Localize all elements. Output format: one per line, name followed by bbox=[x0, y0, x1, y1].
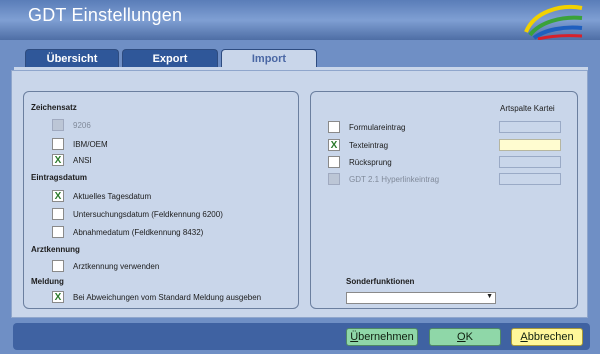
label-gdt-hyperlinkeintrag: GDT 2.1 Hyperlinkeintrag bbox=[349, 174, 440, 184]
artspalte-field-texteintrag[interactable] bbox=[499, 139, 561, 151]
checkbox-untersuchungsdatum[interactable] bbox=[52, 208, 64, 220]
option-9206: 9206 bbox=[52, 119, 91, 131]
tab-import[interactable]: Import bbox=[221, 49, 317, 67]
title-bar: GDT Einstellungen bbox=[0, 0, 600, 40]
checkbox-gdt-hyperlinkeintrag bbox=[328, 173, 340, 185]
label-arztkennung-verwenden: Arztkennung verwenden bbox=[73, 261, 160, 271]
checkbox-meldung-ausgeben[interactable]: X bbox=[52, 291, 64, 303]
entry-ruecksprung[interactable]: Rücksprung bbox=[328, 156, 392, 168]
section-title-meldung: Meldung bbox=[31, 277, 64, 286]
label-abnahmedatum: Abnahmedatum (Feldkennung 8432) bbox=[73, 227, 204, 237]
uebernehmen-mnemonic: Ü bbox=[350, 331, 359, 343]
option-meldung-ausgeben[interactable]: X Bei Abweichungen vom Standard Meldung … bbox=[52, 291, 261, 303]
option-ansi[interactable]: X ANSI bbox=[52, 154, 92, 166]
option-aktuelles-tagesdatum[interactable]: X Aktuelles Tagesdatum bbox=[52, 190, 151, 202]
chevron-down-icon: ▼ bbox=[486, 293, 493, 300]
option-untersuchungsdatum[interactable]: Untersuchungsdatum (Feldkennung 6200) bbox=[52, 208, 223, 220]
artspalte-field-formulareintrag[interactable] bbox=[499, 121, 561, 133]
checkbox-aktuelles-tagesdatum[interactable]: X bbox=[52, 190, 64, 202]
label-texteintrag: Texteintrag bbox=[349, 140, 389, 150]
tab-area: Übersicht Export Import Zeichensatz 9206… bbox=[0, 40, 600, 354]
checkbox-formulareintrag[interactable] bbox=[328, 121, 340, 133]
label-meldung-ausgeben: Bei Abweichungen vom Standard Meldung au… bbox=[73, 292, 262, 302]
section-title-sonderfunktionen: Sonderfunktionen bbox=[346, 277, 415, 286]
artspalte-field-gdt-hyperlinkeintrag bbox=[499, 173, 561, 185]
button-strip: Übernehmen OK Abbrechen bbox=[13, 323, 590, 350]
left-group-box: Zeichensatz 9206 IBM/OEM X ANSI Eintrags… bbox=[23, 91, 299, 309]
checkbox-abnahmedatum[interactable] bbox=[52, 226, 64, 238]
checkbox-ansi[interactable]: X bbox=[52, 154, 64, 166]
tab-uebersicht[interactable]: Übersicht bbox=[25, 49, 119, 67]
label-formulareintrag: Formulareintrag bbox=[349, 122, 406, 132]
checkbox-texteintrag[interactable]: X bbox=[328, 139, 340, 151]
option-abnahmedatum[interactable]: Abnahmedatum (Feldkennung 8432) bbox=[52, 226, 203, 238]
checkbox-ruecksprung[interactable] bbox=[328, 156, 340, 168]
uebernehmen-label: bernehmen bbox=[358, 331, 414, 343]
entry-texteintrag[interactable]: X Texteintrag bbox=[328, 139, 388, 151]
abbrechen-button[interactable]: Abbrechen bbox=[511, 328, 583, 346]
label-9206: 9206 bbox=[73, 120, 91, 130]
checkbox-ibm-oem[interactable] bbox=[52, 138, 64, 150]
abbrechen-label: bbrechen bbox=[527, 331, 574, 343]
artspalte-field-ruecksprung[interactable] bbox=[499, 156, 561, 168]
label-untersuchungsdatum: Untersuchungsdatum (Feldkennung 6200) bbox=[73, 209, 223, 219]
column-header-artspalte-kartei: Artspalte Kartei bbox=[500, 104, 555, 113]
right-group-box: Artspalte Kartei Formulareintrag X Texte… bbox=[310, 91, 578, 309]
ok-mnemonic: O bbox=[457, 331, 466, 343]
checkbox-arztkennung-verwenden[interactable] bbox=[52, 260, 64, 272]
ok-label: K bbox=[465, 331, 473, 343]
import-panel: Zeichensatz 9206 IBM/OEM X ANSI Eintrags… bbox=[11, 70, 588, 318]
app-logo-icon bbox=[524, 5, 583, 40]
sonderfunktionen-dropdown[interactable]: ▼ bbox=[346, 292, 496, 304]
section-title-zeichensatz: Zeichensatz bbox=[31, 103, 77, 112]
option-ibm-oem[interactable]: IBM/OEM bbox=[52, 138, 108, 150]
uebernehmen-button[interactable]: Übernehmen bbox=[346, 328, 418, 346]
bottom-bar: Übernehmen OK Abbrechen bbox=[0, 320, 600, 354]
option-arztkennung-verwenden[interactable]: Arztkennung verwenden bbox=[52, 260, 159, 272]
label-ruecksprung: Rücksprung bbox=[349, 157, 392, 167]
window-title: GDT Einstellungen bbox=[28, 5, 183, 25]
tab-export[interactable]: Export bbox=[122, 49, 218, 67]
label-ibm-oem: IBM/OEM bbox=[73, 139, 108, 149]
entry-gdt-hyperlinkeintrag: GDT 2.1 Hyperlinkeintrag bbox=[328, 173, 439, 185]
ok-button[interactable]: OK bbox=[429, 328, 501, 346]
label-ansi: ANSI bbox=[73, 155, 92, 165]
section-title-arztkennung: Arztkennung bbox=[31, 245, 80, 254]
label-aktuelles-tagesdatum: Aktuelles Tagesdatum bbox=[73, 191, 152, 201]
abbrechen-mnemonic: A bbox=[520, 331, 528, 343]
entry-formulareintrag[interactable]: Formulareintrag bbox=[328, 121, 405, 133]
section-title-eintragsdatum: Eintragsdatum bbox=[31, 173, 88, 182]
checkbox-9206 bbox=[52, 119, 64, 131]
